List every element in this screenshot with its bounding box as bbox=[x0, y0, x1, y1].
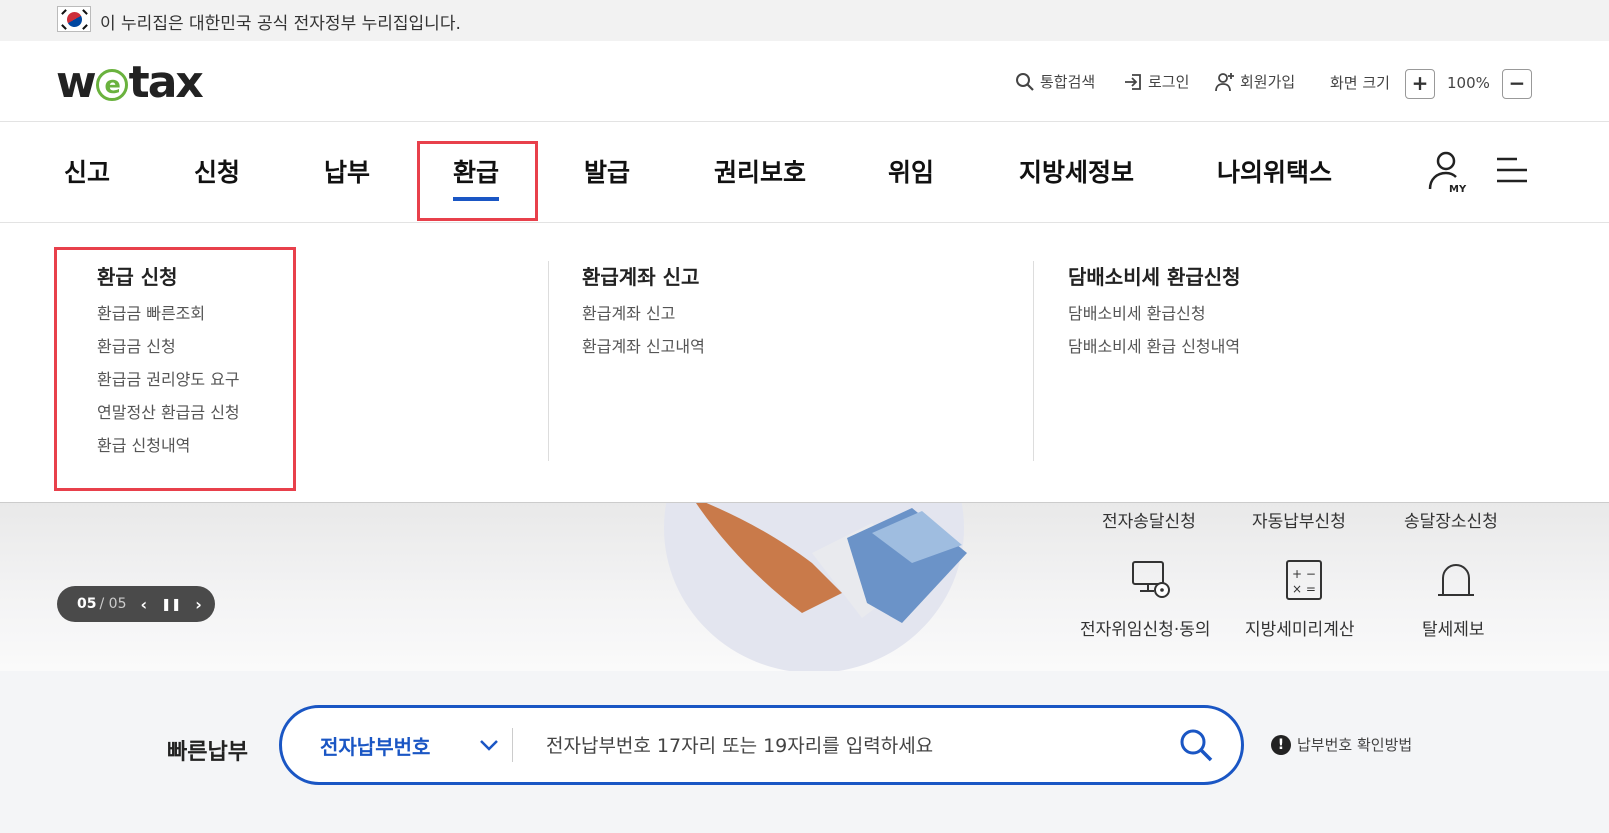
integrated-search-label: 통합검색 bbox=[1040, 73, 1096, 91]
nav-item-issue[interactable]: 발급 bbox=[584, 153, 630, 189]
gov-banner-text: 이 누리집은 대한민국 공식 전자정부 누리집입니다. bbox=[100, 14, 461, 34]
payment-number-help-link[interactable]: ! 납부번호 확인방법 bbox=[1271, 734, 1412, 755]
quick-link-tax-evasion-report[interactable]: 탈세제보 bbox=[1422, 615, 1485, 640]
gov-banner: 이 누리집은 대한민국 공식 전자정부 누리집입니다. bbox=[0, 0, 1609, 41]
nav-item-payment[interactable]: 납부 bbox=[324, 153, 370, 189]
zoom-in-button[interactable]: + bbox=[1405, 69, 1435, 99]
slide-current: 05 bbox=[77, 596, 97, 612]
user-add-icon bbox=[1215, 72, 1234, 91]
integrated-search-link[interactable]: 통합검색 bbox=[1015, 71, 1095, 92]
select-divider bbox=[512, 728, 513, 762]
quick-link-delivery-address[interactable]: 송달장소신청 bbox=[1404, 507, 1498, 532]
nav-item-apply[interactable]: 신청 bbox=[194, 153, 240, 189]
dropdown-col-title: 담배소비세 환급신청 bbox=[1068, 265, 1241, 289]
nav-item-report[interactable]: 신고 bbox=[64, 153, 110, 189]
korea-flag-icon bbox=[57, 6, 91, 32]
dropdown-link[interactable]: 환급계좌 신고 bbox=[582, 304, 705, 337]
hamburger-menu-icon[interactable] bbox=[1497, 156, 1527, 184]
search-icon[interactable] bbox=[1177, 726, 1215, 764]
main-nav: 신고 신청 납부 환급 발급 권리보호 위임 지방세정보 나의위택스 MY bbox=[0, 123, 1609, 223]
refund-dropdown-menu: 환급 신청 환급금 빠른조회 환급금 신청 환급금 권리양도 요구 연말정산 환… bbox=[0, 223, 1609, 503]
column-divider bbox=[1033, 261, 1034, 461]
quick-link-tax-calculator[interactable]: 지방세미리계산 bbox=[1245, 615, 1354, 640]
wetax-logo[interactable]: w e tax bbox=[56, 57, 204, 108]
dropdown-link[interactable]: 담배소비세 환급신청 bbox=[1068, 304, 1241, 337]
quick-pay-section: 빠른납부 전자납부번호 ! 납부번호 확인방법 bbox=[0, 671, 1609, 833]
calculator-icon[interactable]: + − × = bbox=[1282, 558, 1326, 602]
slider-controls: 05 / 05 ‹ ❚❚ › bbox=[57, 586, 215, 622]
my-page-icon[interactable]: MY bbox=[1428, 149, 1468, 193]
nav-item-delegation[interactable]: 위임 bbox=[888, 153, 934, 189]
svg-text:+ −: + − bbox=[1292, 567, 1316, 581]
quick-pay-search-box: 전자납부번호 bbox=[279, 705, 1244, 785]
quick-link-auto-payment[interactable]: 자동납부신청 bbox=[1252, 507, 1346, 532]
login-icon bbox=[1125, 73, 1141, 90]
info-icon: ! bbox=[1271, 734, 1291, 755]
login-link[interactable]: 로그인 bbox=[1123, 71, 1189, 92]
signup-link[interactable]: 회원가입 bbox=[1215, 71, 1295, 92]
payment-number-help-label: 납부번호 확인방법 bbox=[1297, 736, 1413, 754]
zoom-value: 100% bbox=[1447, 74, 1490, 92]
column-divider bbox=[548, 261, 549, 461]
payment-number-input[interactable] bbox=[546, 724, 1146, 768]
dropdown-link[interactable]: 환급계좌 신고내역 bbox=[582, 337, 705, 370]
site-header: w e tax 통합검색 로그인 회원가입 화면 크기 + 100% − bbox=[0, 41, 1609, 122]
dropdown-col-refund-account: 환급계좌 신고 환급계좌 신고 환급계좌 신고내역 bbox=[582, 261, 705, 370]
login-label: 로그인 bbox=[1148, 73, 1190, 91]
slide-total: 05 bbox=[108, 596, 127, 612]
slide-pause-button[interactable]: ❚❚ bbox=[161, 597, 181, 611]
search-icon bbox=[1016, 72, 1034, 91]
quick-link-e-delivery[interactable]: 전자송달신청 bbox=[1102, 507, 1196, 532]
highlight-box-dropdown bbox=[54, 247, 296, 491]
dropdown-link[interactable]: 담배소비세 환급 신청내역 bbox=[1068, 337, 1241, 370]
quick-link-e-delegation[interactable]: 전자위임신청·동의 bbox=[1080, 615, 1211, 640]
nav-item-rights[interactable]: 권리보호 bbox=[714, 153, 806, 189]
siren-bell-icon[interactable] bbox=[1434, 558, 1478, 602]
dropdown-col-title: 환급계좌 신고 bbox=[582, 265, 700, 289]
zoom-label: 화면 크기 bbox=[1330, 74, 1390, 92]
chevron-down-icon[interactable] bbox=[477, 733, 501, 757]
nav-item-local-tax-info[interactable]: 지방세정보 bbox=[1019, 153, 1134, 189]
zoom-out-button[interactable]: − bbox=[1502, 69, 1532, 99]
monitor-lock-icon[interactable] bbox=[1130, 558, 1174, 602]
highlight-box-nav bbox=[417, 141, 538, 221]
dropdown-col-tobacco-refund: 담배소비세 환급신청 담배소비세 환급신청 담배소비세 환급 신청내역 bbox=[1068, 261, 1241, 370]
nav-item-my-wetax[interactable]: 나의위택스 bbox=[1217, 153, 1332, 189]
payment-type-select[interactable]: 전자납부번호 bbox=[320, 731, 430, 760]
quick-pay-title: 빠른납부 bbox=[167, 740, 248, 765]
hero-banner: 05 / 05 ‹ ❚❚ › 전자송달신청 자동납부신청 송달장소신청 + − … bbox=[0, 503, 1609, 671]
svg-text:× =: × = bbox=[1292, 582, 1316, 596]
hand-illustration bbox=[696, 503, 967, 623]
signup-label: 회원가입 bbox=[1240, 73, 1296, 91]
svg-text:MY: MY bbox=[1449, 184, 1467, 193]
slide-next-button[interactable]: › bbox=[195, 595, 202, 614]
slide-prev-button[interactable]: ‹ bbox=[140, 595, 147, 614]
